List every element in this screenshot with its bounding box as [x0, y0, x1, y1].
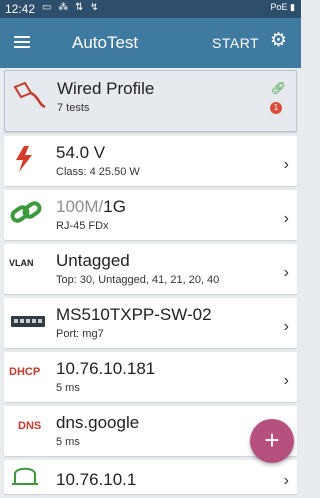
app-bar: AutoTest START ⚙	[0, 18, 301, 68]
status-icons: ▭ ⁂ ⇅ ↯	[42, 2, 101, 13]
vlan-details: Top: 30, Untagged, 41, 21, 20, 40	[56, 274, 220, 286]
chevron-right-icon: ›	[283, 156, 289, 173]
gear-icon[interactable]: ⚙	[270, 31, 287, 51]
poe-details: Class: 4 25.50 W	[56, 166, 140, 178]
status-bar: 12:42 ▭ ⁂ ⇅ ↯ PoE ▮	[0, 0, 301, 18]
poe-voltage: 54.0 V	[56, 143, 106, 162]
link-speed-dim: 100M/	[56, 197, 104, 216]
switch-icon	[10, 306, 50, 336]
gateway-ip: 10.76.10.1	[56, 470, 137, 489]
app-title: AutoTest	[72, 33, 139, 52]
link-icon: 🔗︎	[270, 81, 286, 95]
dns-time: 5 ms	[56, 436, 80, 448]
start-button[interactable]: START	[212, 35, 259, 51]
lightning-icon	[10, 144, 50, 174]
link-card[interactable]: 100M/1G RJ-45 FDx ›	[4, 190, 297, 240]
switch-port: Port: mg7	[56, 328, 104, 340]
link-speed-active: 1G	[103, 197, 126, 216]
dns-name: dns.google	[56, 413, 140, 432]
chevron-right-icon: ›	[283, 472, 289, 489]
add-test-button[interactable]: +	[250, 419, 294, 463]
dhcp-icon: DHCP	[9, 366, 41, 378]
link-details: RJ-45 FDx	[56, 220, 109, 232]
status-right: PoE ▮	[270, 2, 295, 12]
dhcp-time: 5 ms	[56, 382, 80, 394]
poe-card[interactable]: 54.0 V Class: 4 25.50 W ›	[4, 136, 297, 186]
cable-icon	[11, 79, 51, 109]
switch-card[interactable]: MS510TXPP-SW-02 Port: mg7 ›	[4, 298, 297, 348]
vlan-card[interactable]: VLAN Untagged Top: 30, Untagged, 41, 21,…	[4, 244, 297, 294]
dns-icon: DNS	[18, 420, 42, 432]
profile-title: Wired Profile	[57, 79, 155, 98]
profile-sub: 7 tests	[57, 102, 90, 114]
chevron-right-icon: ›	[283, 264, 289, 281]
status-time: 12:42	[5, 2, 36, 16]
gateway-card[interactable]: 10.76.10.1 ›	[4, 460, 297, 494]
switch-name: MS510TXPP-SW-02	[56, 305, 212, 324]
notification-badge: 1	[270, 102, 282, 114]
vlan-icon: VLAN	[9, 258, 34, 268]
chevron-right-icon: ›	[283, 318, 289, 335]
vlan-title: Untagged	[56, 251, 130, 270]
chain-link-icon	[10, 198, 50, 228]
link-speed: 100M/1G	[56, 197, 126, 217]
dhcp-ip: 10.76.10.181	[56, 359, 156, 378]
menu-icon[interactable]	[14, 36, 30, 48]
chevron-right-icon: ›	[283, 372, 289, 389]
chevron-right-icon: ›	[283, 210, 289, 227]
dhcp-card[interactable]: DHCP 10.76.10.181 5 ms ›	[4, 352, 297, 402]
wired-profile-card[interactable]: Wired Profile 7 tests 🔗︎ 1	[4, 70, 297, 132]
poe-label: PoE	[270, 2, 288, 12]
